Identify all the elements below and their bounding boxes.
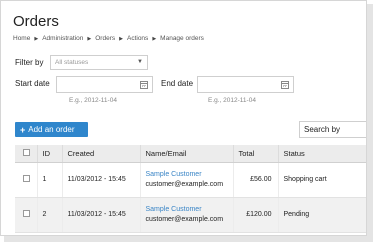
end-date-label: End date [161, 79, 194, 88]
order-created: 11/03/2012 - 15:45 [62, 162, 141, 198]
column-header-total[interactable]: Total [233, 145, 279, 163]
add-order-label: Add an order [28, 125, 75, 134]
customer-email: customer@example.com [145, 216, 224, 223]
select-all-checkbox[interactable] [23, 148, 30, 156]
order-id: 2 [37, 197, 63, 233]
start-date-input[interactable] [56, 76, 153, 93]
breadcrumb-orders[interactable]: Orders [95, 35, 115, 42]
breadcrumb-home[interactable]: Home [13, 35, 30, 42]
start-date-hint: E.g., 2012-11-04 [69, 97, 117, 104]
status-select[interactable]: All statuses ▼ [50, 55, 148, 70]
breadcrumb-separator-icon: ▶ [87, 35, 92, 42]
order-status: Shopping cart [278, 162, 366, 198]
customer-email: customer@example.com [145, 181, 224, 188]
breadcrumb-separator-icon: ▶ [119, 35, 123, 42]
order-created: 11/03/2012 - 15:45 [62, 197, 141, 233]
breadcrumb-separator-icon: ▶ [34, 35, 39, 42]
order-name-email: Sample Customer customer@example.com [140, 197, 234, 233]
chevron-down-icon: ▼ [137, 59, 143, 65]
end-date-input[interactable] [197, 76, 294, 93]
order-total: £56.00 [233, 162, 279, 198]
customer-name-link[interactable]: Sample Customer [146, 171, 233, 178]
table-header-row: ID Created Name/Email Total Status [15, 145, 366, 163]
start-date-label: Start date [15, 79, 50, 88]
breadcrumb-separator-icon: ▶ [152, 35, 157, 42]
column-header-status[interactable]: Status [278, 145, 366, 163]
customer-name-link[interactable]: Sample Customer [146, 206, 233, 213]
search-by-select[interactable]: Search by [299, 121, 366, 138]
status-select-value: All statuses [55, 59, 89, 66]
breadcrumb: Home ▶ Administration ▶ Orders ▶ Actions… [13, 35, 204, 42]
orders-panel: Orders Home ▶ Administration ▶ Orders ▶ … [0, 0, 367, 236]
table-row: 1 11/03/2012 - 15:45 Sample Customer cus… [15, 162, 366, 198]
add-order-button[interactable]: + Add an order [15, 122, 88, 137]
plus-icon: + [20, 124, 26, 135]
calendar-icon[interactable] [281, 81, 289, 89]
row-checkbox-cell [15, 197, 38, 233]
order-status: Pending [278, 197, 366, 233]
order-id: 1 [37, 162, 63, 198]
orders-table: ID Created Name/Email Total Status 1 11/… [15, 145, 366, 233]
breadcrumb-actions[interactable]: Actions [127, 35, 148, 42]
column-header-name-email[interactable]: Name/Email [140, 145, 234, 163]
row-checkbox[interactable] [23, 210, 30, 217]
end-date-hint: E.g., 2012-11-04 [208, 97, 256, 104]
column-header-id[interactable]: ID [37, 145, 63, 163]
order-name-email: Sample Customer customer@example.com [140, 162, 234, 198]
column-header-created[interactable]: Created [62, 145, 141, 163]
row-checkbox-cell [15, 162, 38, 198]
row-checkbox[interactable] [23, 175, 30, 182]
filter-by-label: Filter by [15, 58, 44, 67]
breadcrumb-administration[interactable]: Administration [42, 35, 83, 42]
select-all-cell [15, 145, 38, 163]
page-title: Orders [13, 13, 59, 30]
calendar-icon[interactable] [140, 81, 148, 89]
table-row: 2 11/03/2012 - 15:45 Sample Customer cus… [15, 197, 366, 233]
order-total: £120.00 [233, 197, 279, 233]
breadcrumb-manage-orders: Manage orders [160, 35, 204, 42]
